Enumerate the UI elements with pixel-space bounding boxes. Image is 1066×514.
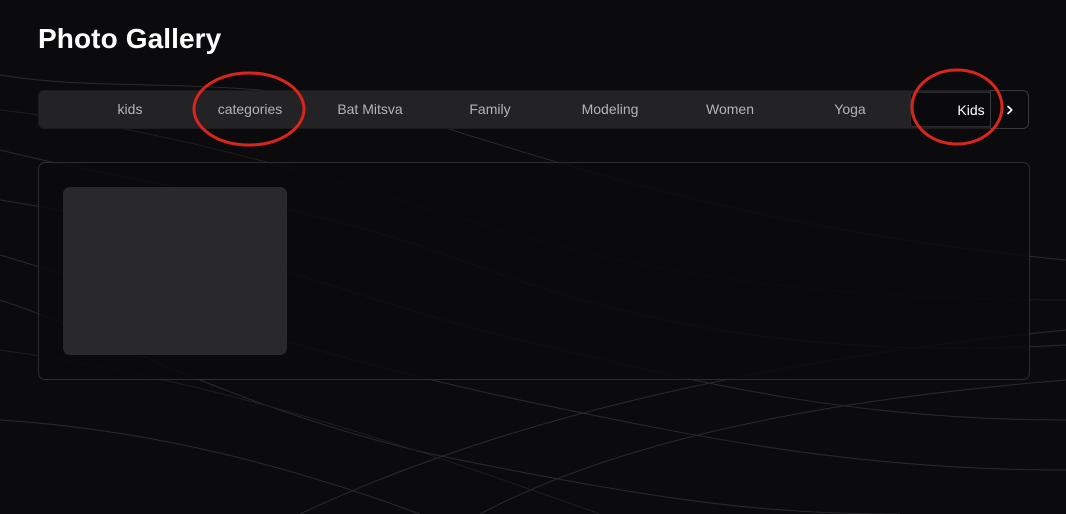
gallery-panel [38, 162, 1030, 380]
page-title: Photo Gallery [38, 23, 222, 54]
tab-modeling[interactable]: Modeling [550, 91, 670, 128]
page: Photo Gallery kids categories Bat Mitsva… [0, 0, 1066, 514]
scroll-right-button[interactable] [990, 90, 1029, 129]
tab-kids-active[interactable]: Kids [910, 92, 992, 127]
tab-kids-lowercase[interactable]: kids [70, 91, 190, 128]
tab-yoga[interactable]: Yoga [790, 91, 910, 128]
tab-women[interactable]: Women [670, 91, 790, 128]
tab-family[interactable]: Family [430, 91, 550, 128]
tab-categories[interactable]: categories [190, 91, 310, 128]
category-tab-bar: kids categories Bat Mitsva Family Modeli… [38, 90, 1029, 129]
chevron-right-icon [1006, 105, 1013, 114]
tab-bat-mitsva[interactable]: Bat Mitsva [310, 91, 430, 128]
photo-thumbnail-placeholder[interactable] [63, 187, 287, 355]
